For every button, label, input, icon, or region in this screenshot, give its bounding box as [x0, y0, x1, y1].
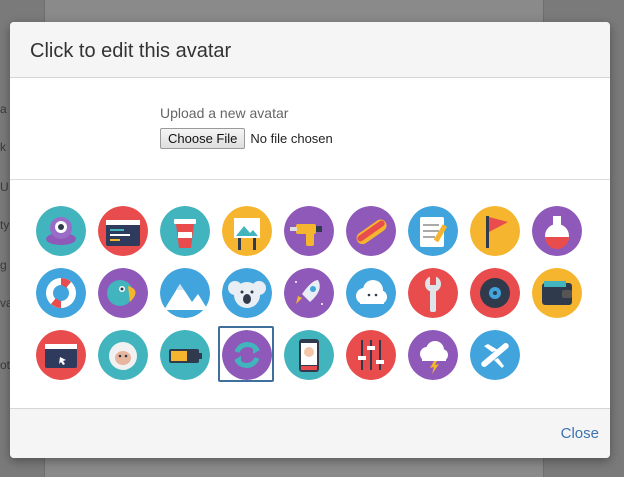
airplane-avatar[interactable] [470, 330, 520, 380]
mixer-sliders-icon [346, 330, 396, 380]
airplane-icon [470, 330, 520, 380]
code-window-icon [98, 206, 148, 256]
phone-face-avatar[interactable] [284, 330, 334, 380]
cloud-face-avatar[interactable] [346, 268, 396, 318]
dialog-footer: Close [10, 408, 610, 458]
vinyl-record-icon [470, 268, 520, 318]
choose-file-button[interactable]: Choose File [160, 128, 246, 149]
koala-icon [222, 268, 272, 318]
background-letter: a [0, 102, 7, 116]
browser-cursor-avatar[interactable] [36, 330, 86, 380]
avatar-dialog: Click to edit this avatar Upload a new a… [10, 22, 610, 458]
background-letter: U [0, 180, 9, 194]
cloud-face-icon [346, 268, 396, 318]
drill-avatar[interactable] [284, 206, 334, 256]
wrench-avatar[interactable] [408, 268, 458, 318]
background-letter: g [0, 258, 7, 272]
easel-picture-icon [222, 206, 272, 256]
storm-cloud-icon [408, 330, 458, 380]
storm-cloud-avatar[interactable] [408, 330, 458, 380]
hotdog-avatar[interactable] [346, 206, 396, 256]
yeti-avatar[interactable] [98, 330, 148, 380]
dialog-title: Click to edit this avatar [30, 40, 232, 62]
background-letter: k [0, 140, 6, 154]
wrench-icon [408, 268, 458, 318]
battery-avatar[interactable] [160, 330, 210, 380]
sync-icon [222, 330, 272, 380]
alien-robot-icon [36, 206, 86, 256]
file-input: Choose File No file chosen [160, 128, 333, 149]
upload-label: Upload a new avatar [160, 105, 289, 121]
rocket-avatar[interactable] [284, 268, 334, 318]
notepad-pencil-avatar[interactable] [408, 206, 458, 256]
vinyl-record-avatar[interactable] [470, 268, 520, 318]
easel-picture-avatar[interactable] [222, 206, 272, 256]
coffee-cup-avatar[interactable] [160, 206, 210, 256]
flag-avatar[interactable] [470, 206, 520, 256]
wallet-avatar[interactable] [532, 268, 582, 318]
dialog-header: Click to edit this avatar [10, 22, 610, 78]
file-status-text: No file chosen [250, 131, 333, 146]
background-letter: ot [0, 358, 11, 372]
alien-robot-avatar[interactable] [36, 206, 86, 256]
background-letter: ty [0, 218, 10, 232]
rocket-icon [284, 268, 334, 318]
mountains-avatar[interactable] [160, 268, 210, 318]
lifebuoy-avatar[interactable] [36, 268, 86, 318]
potion-flask-avatar[interactable] [532, 206, 582, 256]
koala-avatar[interactable] [222, 268, 272, 318]
code-window-avatar[interactable] [98, 206, 148, 256]
close-link[interactable]: Close [561, 425, 599, 442]
potion-flask-icon [532, 206, 582, 256]
yeti-icon [98, 330, 148, 380]
coffee-cup-icon [160, 206, 210, 256]
lifebuoy-icon [36, 268, 86, 318]
notepad-pencil-icon [408, 206, 458, 256]
phone-face-icon [284, 330, 334, 380]
flag-icon [470, 206, 520, 256]
browser-cursor-icon [36, 330, 86, 380]
drill-icon [284, 206, 334, 256]
upload-section: Upload a new avatar Choose File No file … [10, 78, 610, 180]
avatar-grid [10, 180, 610, 408]
parrot-icon [98, 268, 148, 318]
battery-icon [160, 330, 210, 380]
hotdog-icon [346, 206, 396, 256]
mixer-sliders-avatar[interactable] [346, 330, 396, 380]
sync-avatar[interactable] [222, 330, 272, 380]
mountains-icon [160, 268, 210, 318]
wallet-icon [532, 268, 582, 318]
parrot-avatar[interactable] [98, 268, 148, 318]
